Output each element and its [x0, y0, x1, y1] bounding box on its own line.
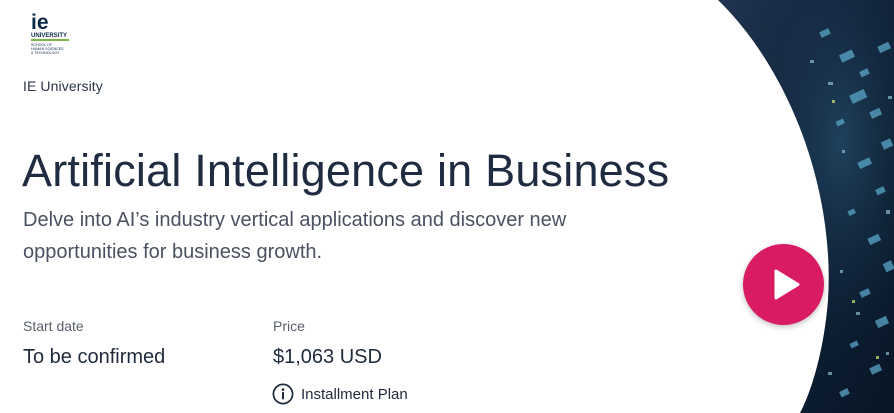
- org-name: IE University: [23, 78, 103, 94]
- course-subtitle: Delve into AI’s industry vertical applic…: [23, 209, 567, 263]
- university-logo[interactable]: ie UNIVERSITY SCHOOL OF HUMAN SCIENCES &…: [27, 10, 71, 64]
- start-date-label: Start date: [23, 318, 84, 334]
- logo-mark-text: ie: [31, 11, 49, 34]
- installment-plan-link[interactable]: Installment Plan: [272, 383, 408, 405]
- logo-word-text: UNIVERSITY: [31, 33, 67, 39]
- logo-school-line-3: & TECHNOLOGY: [31, 51, 60, 55]
- price-value: $1,063 USD: [273, 346, 382, 368]
- hero-image: [700, 0, 894, 413]
- logo-accent-bar: [31, 39, 69, 41]
- price-label: Price: [273, 318, 305, 334]
- hero-background-graphic: [718, 0, 894, 413]
- installment-plan-label: Installment Plan: [301, 385, 408, 403]
- ie-logo-mark: ie UNIVERSITY SCHOOL OF HUMAN SCIENCES &…: [31, 11, 69, 55]
- info-icon: [272, 383, 294, 405]
- course-title: Artificial Intelligence in Business: [22, 145, 670, 196]
- play-icon: [774, 269, 800, 300]
- start-date-value: To be confirmed: [23, 346, 166, 368]
- play-video-button[interactable]: [743, 244, 824, 325]
